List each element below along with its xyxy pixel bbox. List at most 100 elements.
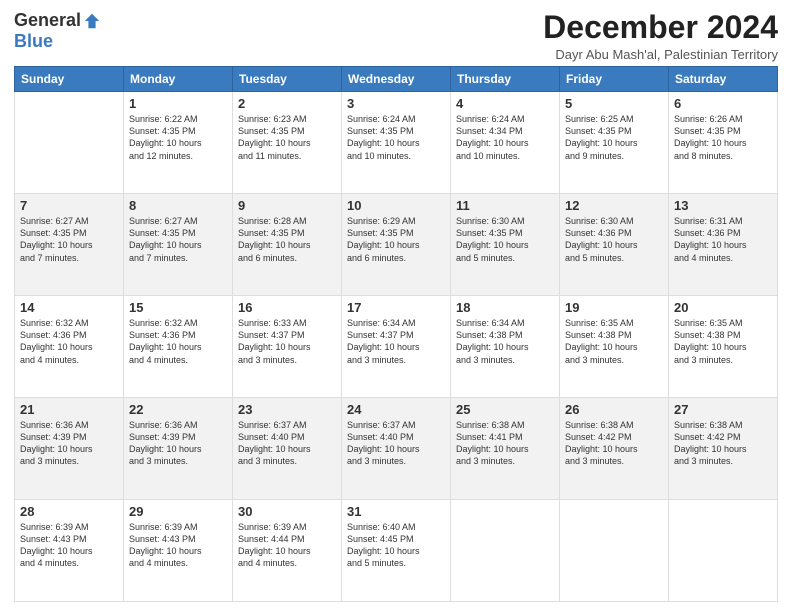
day-number: 28: [20, 504, 118, 519]
day-number: 17: [347, 300, 445, 315]
day-number: 1: [129, 96, 227, 111]
day-info: Sunrise: 6:35 AM Sunset: 4:38 PM Dayligh…: [565, 317, 663, 366]
table-row: 31 Sunrise: 6:40 AM Sunset: 4:45 PM Dayli…: [342, 500, 451, 602]
table-row: 26 Sunrise: 6:38 AM Sunset: 4:42 PM Dayli…: [560, 398, 669, 500]
table-row: 14 Sunrise: 6:32 AM Sunset: 4:36 PM Dayli…: [15, 296, 124, 398]
day-number: 22: [129, 402, 227, 417]
logo-icon: [83, 12, 101, 30]
subtitle: Dayr Abu Mash'al, Palestinian Territory: [543, 47, 778, 62]
table-row: [451, 500, 560, 602]
day-info: Sunrise: 6:39 AM Sunset: 4:43 PM Dayligh…: [20, 521, 118, 570]
day-info: Sunrise: 6:29 AM Sunset: 4:35 PM Dayligh…: [347, 215, 445, 264]
calendar-week-row: 28 Sunrise: 6:39 AM Sunset: 4:43 PM Dayli…: [15, 500, 778, 602]
day-info: Sunrise: 6:24 AM Sunset: 4:34 PM Dayligh…: [456, 113, 554, 162]
table-row: 22Sunrise: 6:36 AM Sunset: 4:39 PM Dayli…: [124, 398, 233, 500]
day-info: Sunrise: 6:39 AM Sunset: 4:43 PM Dayligh…: [129, 521, 227, 570]
day-info: Sunrise: 6:32 AM Sunset: 4:36 PM Dayligh…: [129, 317, 227, 366]
logo-blue-text: Blue: [14, 31, 53, 52]
day-number: 19: [565, 300, 663, 315]
day-number: 27: [674, 402, 772, 417]
table-row: 24 Sunrise: 6:37 AM Sunset: 4:40 PM Dayli…: [342, 398, 451, 500]
table-row: 19 Sunrise: 6:35 AM Sunset: 4:38 PM Dayli…: [560, 296, 669, 398]
day-number: 21: [20, 402, 118, 417]
table-row: 20 Sunrise: 6:35 AM Sunset: 4:38 PM Dayli…: [669, 296, 778, 398]
day-info: Sunrise: 6:37 AM Sunset: 4:40 PM Dayligh…: [347, 419, 445, 468]
day-number: 7: [20, 198, 118, 213]
day-info: Sunrise: 6:36 AM Sunset: 4:39 PM Dayligh…: [20, 419, 118, 468]
day-info: Sunrise: 6:35 AM Sunset: 4:38 PM Dayligh…: [674, 317, 772, 366]
table-row: 12Sunrise: 6:30 AM Sunset: 4:36 PM Dayli…: [560, 194, 669, 296]
day-number: 8: [129, 198, 227, 213]
day-info: Sunrise: 6:40 AM Sunset: 4:45 PM Dayligh…: [347, 521, 445, 570]
table-row: 10 Sunrise: 6:29 AM Sunset: 4:35 PM Dayli…: [342, 194, 451, 296]
header-friday: Friday: [560, 67, 669, 92]
calendar-week-row: 14 Sunrise: 6:32 AM Sunset: 4:36 PM Dayli…: [15, 296, 778, 398]
table-row: 11Sunrise: 6:30 AM Sunset: 4:35 PM Dayli…: [451, 194, 560, 296]
calendar-week-row: 7 Sunrise: 6:27 AM Sunset: 4:35 PM Daylig…: [15, 194, 778, 296]
day-info: Sunrise: 6:28 AM Sunset: 4:35 PM Dayligh…: [238, 215, 336, 264]
table-row: 2Sunrise: 6:23 AM Sunset: 4:35 PM Daylig…: [233, 92, 342, 194]
day-number: 4: [456, 96, 554, 111]
table-row: [560, 500, 669, 602]
main-title: December 2024: [543, 10, 778, 45]
day-number: 14: [20, 300, 118, 315]
day-info: Sunrise: 6:30 AM Sunset: 4:36 PM Dayligh…: [565, 215, 663, 264]
table-row: [15, 92, 124, 194]
page: General Blue December 2024 Dayr Abu Mash…: [0, 0, 792, 612]
table-row: 13Sunrise: 6:31 AM Sunset: 4:36 PM Dayli…: [669, 194, 778, 296]
day-number: 24: [347, 402, 445, 417]
table-row: 28 Sunrise: 6:39 AM Sunset: 4:43 PM Dayli…: [15, 500, 124, 602]
table-row: 27 Sunrise: 6:38 AM Sunset: 4:42 PM Dayli…: [669, 398, 778, 500]
calendar-week-row: 21 Sunrise: 6:36 AM Sunset: 4:39 PM Dayli…: [15, 398, 778, 500]
table-row: [669, 500, 778, 602]
header-wednesday: Wednesday: [342, 67, 451, 92]
day-number: 31: [347, 504, 445, 519]
day-number: 11: [456, 198, 554, 213]
table-row: 16 Sunrise: 6:33 AM Sunset: 4:37 PM Dayli…: [233, 296, 342, 398]
table-row: 21 Sunrise: 6:36 AM Sunset: 4:39 PM Dayli…: [15, 398, 124, 500]
day-info: Sunrise: 6:27 AM Sunset: 4:35 PM Dayligh…: [129, 215, 227, 264]
day-info: Sunrise: 6:38 AM Sunset: 4:42 PM Dayligh…: [565, 419, 663, 468]
table-row: 8 Sunrise: 6:27 AM Sunset: 4:35 PM Daylig…: [124, 194, 233, 296]
title-block: December 2024 Dayr Abu Mash'al, Palestin…: [543, 10, 778, 62]
day-number: 26: [565, 402, 663, 417]
day-number: 10: [347, 198, 445, 213]
day-number: 9: [238, 198, 336, 213]
day-number: 15: [129, 300, 227, 315]
day-number: 5: [565, 96, 663, 111]
table-row: 3Sunrise: 6:24 AM Sunset: 4:35 PM Daylig…: [342, 92, 451, 194]
header-monday: Monday: [124, 67, 233, 92]
table-row: 9 Sunrise: 6:28 AM Sunset: 4:35 PM Daylig…: [233, 194, 342, 296]
day-info: Sunrise: 6:37 AM Sunset: 4:40 PM Dayligh…: [238, 419, 336, 468]
table-row: 17Sunrise: 6:34 AM Sunset: 4:37 PM Dayli…: [342, 296, 451, 398]
day-number: 25: [456, 402, 554, 417]
day-number: 16: [238, 300, 336, 315]
day-number: 2: [238, 96, 336, 111]
day-info: Sunrise: 6:26 AM Sunset: 4:35 PM Dayligh…: [674, 113, 772, 162]
day-info: Sunrise: 6:32 AM Sunset: 4:36 PM Dayligh…: [20, 317, 118, 366]
calendar-week-row: 1 Sunrise: 6:22 AM Sunset: 4:35 PM Daylig…: [15, 92, 778, 194]
day-info: Sunrise: 6:25 AM Sunset: 4:35 PM Dayligh…: [565, 113, 663, 162]
table-row: 4 Sunrise: 6:24 AM Sunset: 4:34 PM Daylig…: [451, 92, 560, 194]
day-number: 23: [238, 402, 336, 417]
header-tuesday: Tuesday: [233, 67, 342, 92]
logo-general-text: General: [14, 10, 81, 31]
day-info: Sunrise: 6:33 AM Sunset: 4:37 PM Dayligh…: [238, 317, 336, 366]
header-thursday: Thursday: [451, 67, 560, 92]
day-number: 30: [238, 504, 336, 519]
day-info: Sunrise: 6:22 AM Sunset: 4:35 PM Dayligh…: [129, 113, 227, 162]
table-row: 15 Sunrise: 6:32 AM Sunset: 4:36 PM Dayli…: [124, 296, 233, 398]
day-number: 3: [347, 96, 445, 111]
day-info: Sunrise: 6:38 AM Sunset: 4:42 PM Dayligh…: [674, 419, 772, 468]
calendar-header-row: Sunday Monday Tuesday Wednesday Thursday…: [15, 67, 778, 92]
day-number: 20: [674, 300, 772, 315]
table-row: 5 Sunrise: 6:25 AM Sunset: 4:35 PM Daylig…: [560, 92, 669, 194]
day-number: 6: [674, 96, 772, 111]
day-info: Sunrise: 6:34 AM Sunset: 4:38 PM Dayligh…: [456, 317, 554, 366]
table-row: 30Sunrise: 6:39 AM Sunset: 4:44 PM Dayli…: [233, 500, 342, 602]
day-number: 18: [456, 300, 554, 315]
day-info: Sunrise: 6:27 AM Sunset: 4:35 PM Dayligh…: [20, 215, 118, 264]
table-row: 29Sunrise: 6:39 AM Sunset: 4:43 PM Dayli…: [124, 500, 233, 602]
table-row: 18 Sunrise: 6:34 AM Sunset: 4:38 PM Dayli…: [451, 296, 560, 398]
table-row: 23 Sunrise: 6:37 AM Sunset: 4:40 PM Dayli…: [233, 398, 342, 500]
